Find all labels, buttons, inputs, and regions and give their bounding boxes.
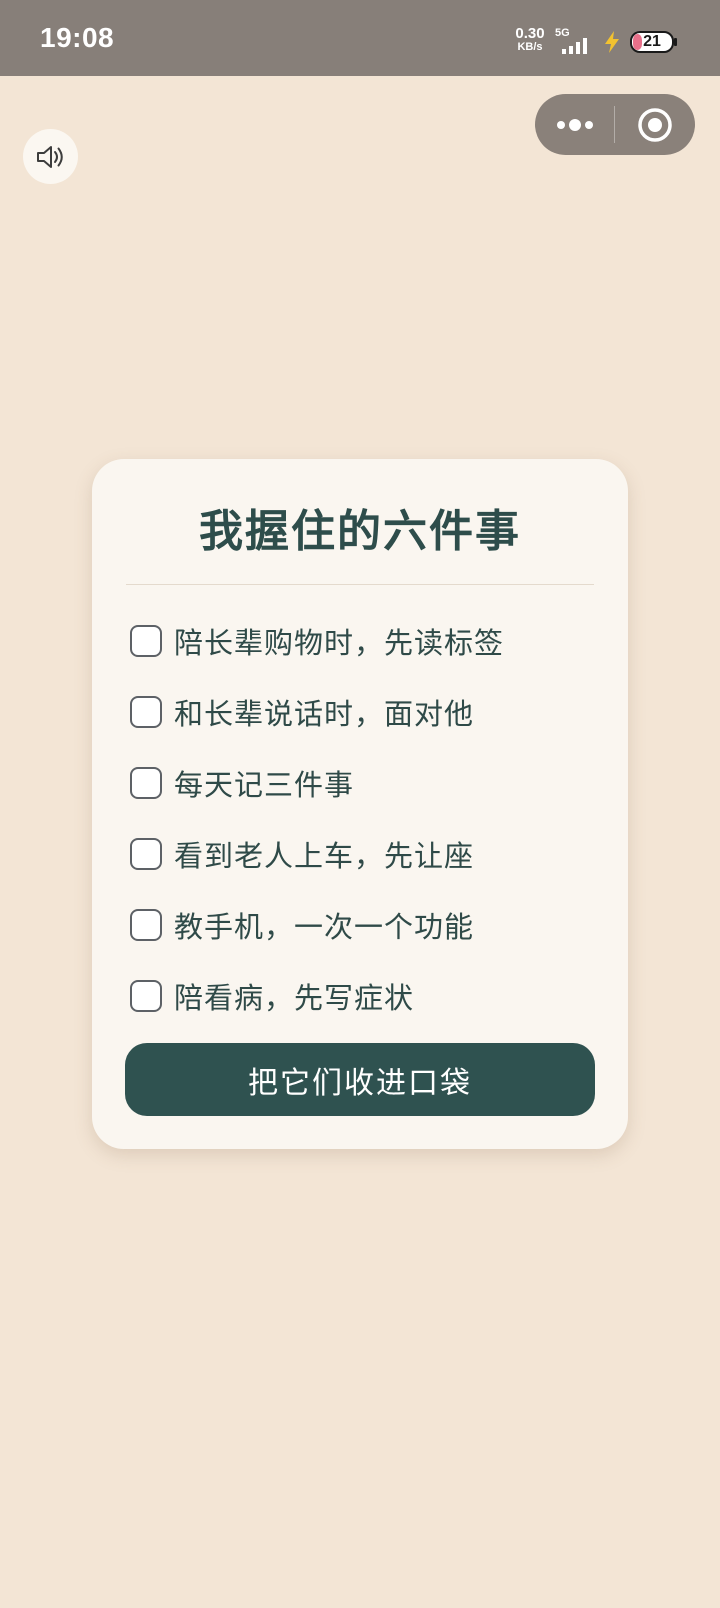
task-checkbox[interactable] — [130, 624, 162, 657]
task-label: 和长辈说话时，面对他 — [174, 696, 475, 731]
task-label: 每天记三件事 — [174, 767, 355, 802]
task-checkbox[interactable] — [130, 837, 162, 870]
close-mini-program-button[interactable] — [615, 94, 695, 155]
task-checkbox[interactable] — [130, 766, 162, 799]
task-label: 陪看病，先写症状 — [174, 980, 415, 1015]
card-title: 我握住的六件事 — [199, 506, 521, 557]
charging-bolt-icon — [605, 31, 619, 53]
status-bar: 19:08 0.30 KB/s 5G 21 — [0, 0, 720, 76]
task-label: 看到老人上车，先让座 — [174, 838, 475, 873]
task-checkbox[interactable] — [130, 908, 162, 941]
six-things-card: 我握住的六件事 陪长辈购物时，先读标签 和长辈说话时，面对他 每天记三件事 看到… — [92, 459, 628, 1149]
battery-level: 21 — [643, 33, 661, 50]
sound-toggle-button[interactable] — [23, 129, 78, 184]
mini-program-capsule — [535, 94, 695, 155]
target-circle-icon — [638, 107, 672, 142]
network-speed: 0.30 KB/s — [510, 26, 550, 53]
task-list: 陪长辈购物时，先读标签 和长辈说话时，面对他 每天记三件事 看到老人上车，先让座… — [130, 605, 590, 1031]
signal-icon — [562, 38, 587, 54]
status-time: 19:08 — [40, 22, 115, 53]
task-item[interactable]: 看到老人上车，先让座 — [130, 818, 590, 889]
speaker-icon — [36, 145, 63, 168]
task-item[interactable]: 和长辈说话时，面对他 — [130, 676, 590, 747]
task-item[interactable]: 陪看病，先写症状 — [130, 960, 590, 1031]
title-divider — [126, 584, 594, 585]
network-speed-value: 0.30 — [515, 25, 545, 42]
more-menu-button[interactable] — [535, 94, 615, 155]
task-label: 教手机，一次一个功能 — [174, 909, 475, 944]
put-in-pocket-button[interactable]: 把它们收进口袋 — [125, 1043, 595, 1116]
task-item[interactable]: 教手机，一次一个功能 — [130, 889, 590, 960]
task-label: 陪长辈购物时，先读标签 — [174, 625, 505, 660]
more-dots-icon — [557, 118, 593, 131]
network-speed-unit: KB/s — [517, 41, 543, 53]
task-item[interactable]: 每天记三件事 — [130, 747, 590, 818]
task-checkbox[interactable] — [130, 695, 162, 728]
task-item[interactable]: 陪长辈购物时，先读标签 — [130, 605, 590, 676]
task-checkbox[interactable] — [130, 979, 162, 1012]
